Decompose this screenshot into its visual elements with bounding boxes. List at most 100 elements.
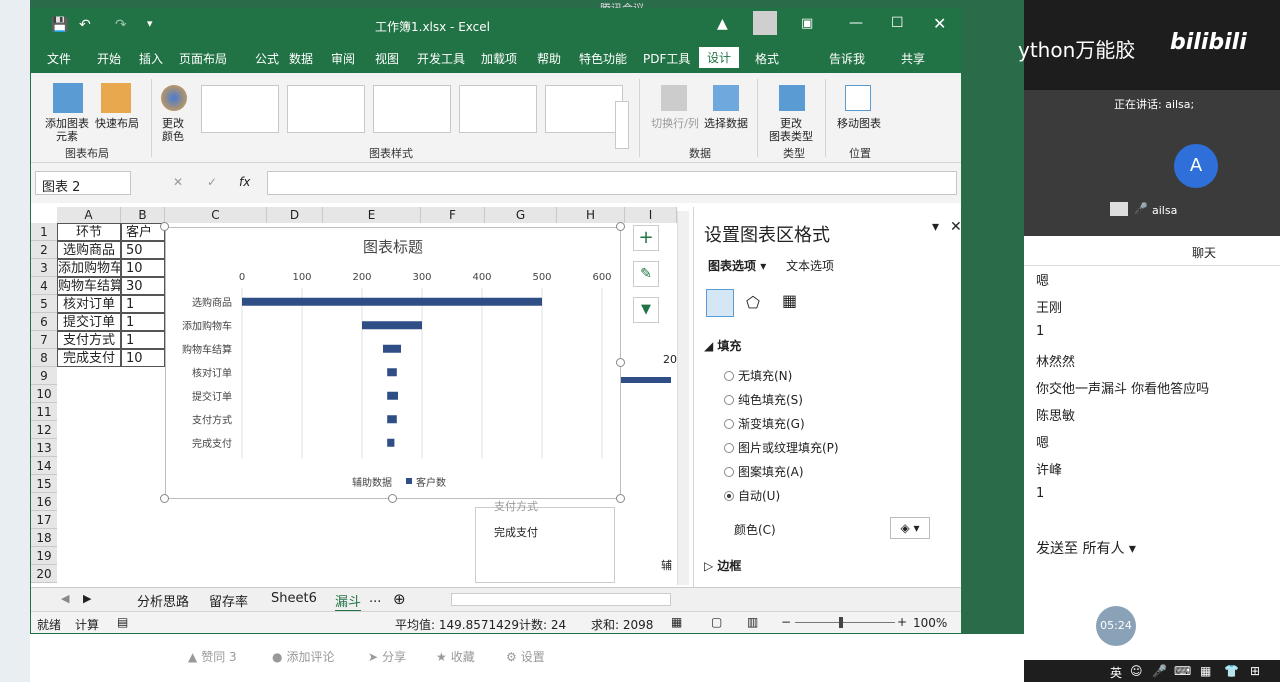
chart-style-2[interactable] (287, 85, 365, 133)
row-header[interactable]: 2 (31, 241, 57, 259)
zoom-out-icon[interactable]: − (781, 615, 791, 629)
table-cell[interactable]: 选购商品 (57, 241, 121, 259)
menu-item-0[interactable]: 文件 (47, 50, 71, 67)
row-header[interactable]: 9 (31, 367, 57, 385)
fill-line-icon[interactable] (706, 289, 734, 317)
funnel-chart[interactable]: 图表标题 0 100 200 300 400 500 600 选购商品 添加购物车 购物车结算 核对订… (165, 227, 621, 499)
apps-icon[interactable]: ▦ (1200, 664, 1211, 678)
radio-icon[interactable] (724, 466, 734, 477)
select-data-button[interactable]: 选择数据 (701, 117, 751, 130)
shirt-icon[interactable]: 👕 (1224, 664, 1239, 678)
fill-section-header[interactable]: ◢ 填充 (704, 337, 741, 354)
maximize-button[interactable]: ☐ (891, 15, 904, 31)
menu-item-4[interactable]: 公式 (255, 50, 279, 67)
mic-icon[interactable]: 🎤 (1134, 202, 1148, 215)
add-chart-element-icon[interactable] (53, 83, 83, 113)
row-header[interactable]: 7 (31, 331, 57, 349)
border-section-header[interactable]: ▷ 边框 (704, 557, 741, 574)
row-header[interactable]: 3 (31, 259, 57, 277)
row-header[interactable]: 14 (31, 457, 57, 475)
tab-scroll-right-icon[interactable]: ▶ (83, 592, 91, 605)
change-chart-type-button[interactable]: 更改 图表类型 (763, 117, 819, 143)
page-break-view-icon[interactable]: ▥ (747, 615, 758, 629)
row-header[interactable]: 11 (31, 403, 57, 421)
menu-item-11[interactable]: 特色功能 (579, 50, 627, 67)
chart-elements-plus-icon[interactable]: + (633, 225, 659, 251)
resize-handle[interactable] (616, 222, 625, 231)
move-chart-button[interactable]: 移动图表 (831, 117, 887, 130)
move-chart-icon[interactable] (845, 85, 871, 111)
menu-item-3[interactable]: 页面布局 (179, 50, 227, 67)
menu-item-1[interactable]: 开始 (97, 50, 121, 67)
formula-input[interactable] (267, 171, 957, 195)
fill-option[interactable]: 图片或纹理填充(P) (724, 439, 839, 456)
sheet-tab[interactable]: 漏斗 (335, 591, 362, 612)
tab-text-options[interactable]: 文本选项 (786, 257, 834, 274)
chart-filter-icon[interactable]: ▼ (633, 297, 659, 323)
table-cell[interactable]: 30 (121, 277, 165, 295)
share-button[interactable]: ➤ 分享 (368, 648, 406, 665)
menu-item-14[interactable]: 格式 (755, 50, 779, 67)
resize-handle[interactable] (388, 494, 397, 503)
fill-option[interactable]: 无填充(N) (724, 367, 792, 384)
row-header[interactable]: 4 (31, 277, 57, 295)
keyboard-icon[interactable]: ⌨ (1174, 664, 1191, 678)
enter-icon[interactable]: ✓ (207, 175, 217, 189)
undo-icon[interactable]: ↶ (79, 17, 91, 33)
switch-row-col-icon[interactable] (661, 85, 687, 111)
resize-handle[interactable] (616, 494, 625, 503)
zoom-in-icon[interactable]: + (897, 615, 907, 629)
table-cell[interactable]: 添加购物车 (57, 259, 121, 277)
radio-icon[interactable] (724, 370, 734, 381)
grid-icon[interactable]: ⊞ (1250, 664, 1260, 678)
column-header[interactable]: H (557, 207, 625, 223)
tab-chart-options[interactable]: 图表选项 ▾ (708, 257, 766, 274)
normal-view-icon[interactable]: ▦ (671, 615, 682, 629)
quick-layout-button[interactable]: 快速布局 (87, 117, 147, 130)
menu-item-7[interactable]: 视图 (375, 50, 399, 67)
settings-button[interactable]: ⚙ 设置 (506, 648, 545, 665)
select-data-icon[interactable] (713, 85, 739, 111)
zoom-level[interactable]: 100% (913, 616, 947, 630)
table-cell[interactable]: 完成支付 (57, 349, 121, 367)
column-header[interactable]: B (121, 207, 165, 223)
size-properties-icon[interactable]: ▦ (782, 291, 797, 310)
table-header-cell[interactable]: 客户 (121, 223, 165, 241)
quick-layout-icon[interactable] (101, 83, 131, 113)
resize-handle[interactable] (616, 358, 625, 367)
menu-item-8[interactable]: 开发工具 (417, 50, 465, 67)
column-header[interactable]: I (625, 207, 677, 223)
chart-style-3[interactable] (373, 85, 451, 133)
send-to-selector[interactable]: 发送至 所有人 ▾ (1036, 538, 1136, 558)
column-header[interactable]: A (57, 207, 121, 223)
row-header[interactable]: 10 (31, 385, 57, 403)
row-header[interactable]: 5 (31, 295, 57, 313)
redo-icon[interactable]: ↷ (115, 17, 127, 33)
column-header[interactable]: E (323, 207, 421, 223)
like-button[interactable]: ▲ 赞同 3 (188, 648, 237, 665)
favorite-button[interactable]: ★ 收藏 (436, 648, 475, 665)
sheet-tab[interactable]: Sheet6 (271, 591, 317, 606)
chart-style-1[interactable] (201, 85, 279, 133)
menu-item-9[interactable]: 加载项 (481, 50, 517, 67)
change-chart-type-icon[interactable] (779, 85, 805, 111)
fill-option[interactable]: 图案填充(A) (724, 463, 804, 480)
ime-indicator[interactable]: 英 (1110, 664, 1122, 681)
menu-item-10[interactable]: 帮助 (537, 50, 561, 67)
minimize-button[interactable]: — (849, 15, 863, 31)
column-header[interactable]: F (421, 207, 485, 223)
change-colors-button[interactable]: 更改 颜色 (153, 117, 193, 143)
row-header[interactable]: 13 (31, 439, 57, 457)
chart-style-4[interactable] (459, 85, 537, 133)
chart-styles-brush-icon[interactable]: ✎ (633, 261, 659, 287)
table-cell[interactable]: 50 (121, 241, 165, 259)
zoom-slider[interactable] (795, 622, 895, 623)
new-sheet-icon[interactable]: ⊕ (393, 590, 406, 608)
warning-icon[interactable]: ▲ (717, 16, 728, 32)
color-picker-button[interactable]: ◈ ▾ (890, 517, 930, 539)
close-button[interactable]: ✕ (933, 14, 946, 33)
cancel-icon[interactable]: ✕ (173, 175, 183, 189)
chat-input[interactable] (1036, 566, 1236, 626)
tab-scroll-left-icon[interactable]: ◀ (61, 592, 69, 605)
column-header[interactable]: G (485, 207, 557, 223)
